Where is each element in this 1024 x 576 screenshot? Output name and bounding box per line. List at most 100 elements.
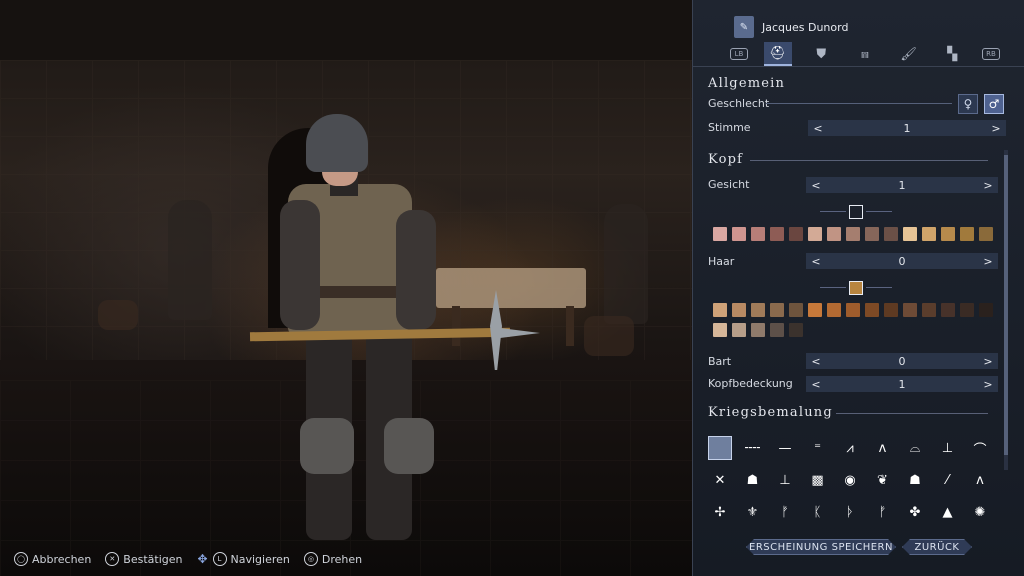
- character-name: Jacques Dunord: [762, 20, 849, 34]
- warpaint-option[interactable]: ᛕ: [806, 500, 830, 524]
- color-swatch[interactable]: [846, 303, 860, 317]
- headwear-stepper[interactable]: < 1 >: [806, 376, 998, 392]
- warpaint-option[interactable]: ᚦ: [838, 500, 862, 524]
- beard-value: 0: [898, 354, 906, 368]
- chevron-left-icon[interactable]: <: [810, 179, 822, 192]
- warpaint-option[interactable]: ᴧ: [968, 468, 992, 492]
- color-swatch[interactable]: [751, 323, 765, 337]
- lb-button-icon[interactable]: LB: [730, 48, 748, 60]
- chevron-left-icon[interactable]: <: [810, 378, 822, 391]
- color-swatch[interactable]: [960, 227, 974, 241]
- tab-legs[interactable]: ⩎: [851, 43, 879, 65]
- color-swatch[interactable]: [789, 227, 803, 241]
- warpaint-option[interactable]: ⊥: [773, 468, 797, 492]
- color-swatch[interactable]: [903, 227, 917, 241]
- color-swatch[interactable]: [827, 227, 841, 241]
- face-label: Gesicht: [708, 178, 750, 191]
- color-swatch[interactable]: [789, 323, 803, 337]
- tab-paint[interactable]: 🖌: [895, 43, 923, 65]
- warpaint-option[interactable]: ╌╌: [741, 436, 765, 460]
- warpaint-option[interactable]: ✺: [968, 500, 992, 524]
- hair-stepper[interactable]: < 0 >: [806, 253, 998, 269]
- warpaint-option[interactable]: ▲: [936, 500, 960, 524]
- color-swatch[interactable]: [922, 227, 936, 241]
- color-swatch[interactable]: [865, 303, 879, 317]
- color-swatch[interactable]: [979, 303, 993, 317]
- color-swatch[interactable]: [732, 303, 746, 317]
- warpaint-option[interactable]: ᴧ: [871, 436, 895, 460]
- color-swatch[interactable]: [751, 227, 765, 241]
- color-swatch[interactable]: [713, 323, 727, 337]
- color-swatch[interactable]: [808, 303, 822, 317]
- warpaint-option[interactable]: ⌓: [903, 436, 927, 460]
- gender-male-button[interactable]: ♂: [984, 94, 1004, 114]
- table-leg: [452, 306, 460, 346]
- warpaint-option[interactable]: ✢: [708, 500, 732, 524]
- warpaint-option[interactable]: ☗: [903, 468, 927, 492]
- voice-stepper[interactable]: < 1 >: [808, 120, 1006, 136]
- chevron-left-icon[interactable]: <: [810, 255, 822, 268]
- color-swatch[interactable]: [979, 227, 993, 241]
- color-swatch[interactable]: [884, 303, 898, 317]
- barrel: [584, 316, 634, 356]
- face-stepper[interactable]: < 1 >: [806, 177, 998, 193]
- warpaint-option[interactable]: ⁄: [936, 468, 960, 492]
- tab-head[interactable]: ⛑: [763, 42, 792, 66]
- color-swatch[interactable]: [941, 303, 955, 317]
- chevron-left-icon[interactable]: <: [812, 122, 824, 135]
- warpaint-option[interactable]: ◉: [838, 468, 862, 492]
- color-swatch[interactable]: [922, 303, 936, 317]
- warpaint-option[interactable]: ✕: [708, 468, 732, 492]
- chevron-right-icon[interactable]: >: [982, 255, 994, 268]
- hint-navigate[interactable]: ✥ L Navigieren: [197, 552, 290, 566]
- color-swatch[interactable]: [960, 303, 974, 317]
- chevron-right-icon[interactable]: >: [982, 179, 994, 192]
- color-swatch[interactable]: [732, 227, 746, 241]
- character-preview-scene[interactable]: [0, 0, 692, 576]
- warpaint-option[interactable]: ⩘: [838, 436, 862, 460]
- hint-confirm[interactable]: ✕ Bestätigen: [105, 552, 183, 566]
- color-swatch[interactable]: [827, 303, 841, 317]
- beard-stepper[interactable]: < 0 >: [806, 353, 998, 369]
- warpaint-option[interactable]: ᚠ: [871, 500, 895, 524]
- color-swatch[interactable]: [808, 227, 822, 241]
- color-swatch[interactable]: [770, 303, 784, 317]
- warpaint-option[interactable]: ☗: [741, 468, 765, 492]
- warpaint-grid: ╌╌ — ⁼ ⩘ ᴧ ⌓ ⊥ ⌒ ✕ ☗ ⊥ ▩ ◉ ❦ ☗ ⁄ ᴧ ✢ ⚜ ᚠ ᛕ ᚦ ᚠ ✤ ▲ ✺: [708, 436, 992, 524]
- warpaint-option[interactable]: ✤: [903, 500, 927, 524]
- chevron-right-icon[interactable]: >: [990, 122, 1002, 135]
- warpaint-option[interactable]: ▩: [806, 468, 830, 492]
- color-swatch[interactable]: [903, 303, 917, 317]
- color-swatch[interactable]: [846, 227, 860, 241]
- chevron-right-icon[interactable]: >: [982, 355, 994, 368]
- warpaint-option[interactable]: ᚠ: [773, 500, 797, 524]
- chevron-right-icon[interactable]: >: [982, 378, 994, 391]
- color-swatch[interactable]: [751, 303, 765, 317]
- warpaint-option[interactable]: ⌒: [968, 436, 992, 460]
- gender-female-button[interactable]: ♀: [958, 94, 978, 114]
- back-button[interactable]: ZURÜCK: [902, 539, 972, 555]
- color-swatch[interactable]: [713, 227, 727, 241]
- color-swatch[interactable]: [732, 323, 746, 337]
- warpaint-option[interactable]: ❦: [871, 468, 895, 492]
- rb-button-icon[interactable]: RB: [981, 48, 1000, 60]
- warpaint-option[interactable]: ⊥: [936, 436, 960, 460]
- warpaint-option[interactable]: —: [773, 436, 797, 460]
- warpaint-option[interactable]: ⁼: [806, 436, 830, 460]
- tab-armor[interactable]: ⛊: [807, 43, 835, 65]
- chevron-left-icon[interactable]: <: [810, 355, 822, 368]
- hint-cancel[interactable]: ◯ Abbrechen: [14, 552, 91, 566]
- warpaint-option-selected[interactable]: [708, 436, 732, 460]
- warpaint-option[interactable]: ⚜: [741, 500, 765, 524]
- tab-pattern[interactable]: ▚: [938, 43, 966, 65]
- save-appearance-button[interactable]: ERSCHEINUNG SPEICHERN: [746, 539, 896, 555]
- color-swatch[interactable]: [713, 303, 727, 317]
- hint-rotate[interactable]: ◎ Drehen: [303, 552, 362, 566]
- color-swatch[interactable]: [865, 227, 879, 241]
- color-swatch[interactable]: [770, 323, 784, 337]
- color-swatch[interactable]: [884, 227, 898, 241]
- panel-scrollbar-thumb[interactable]: [1004, 155, 1008, 455]
- color-swatch[interactable]: [941, 227, 955, 241]
- color-swatch[interactable]: [770, 227, 784, 241]
- color-swatch[interactable]: [789, 303, 803, 317]
